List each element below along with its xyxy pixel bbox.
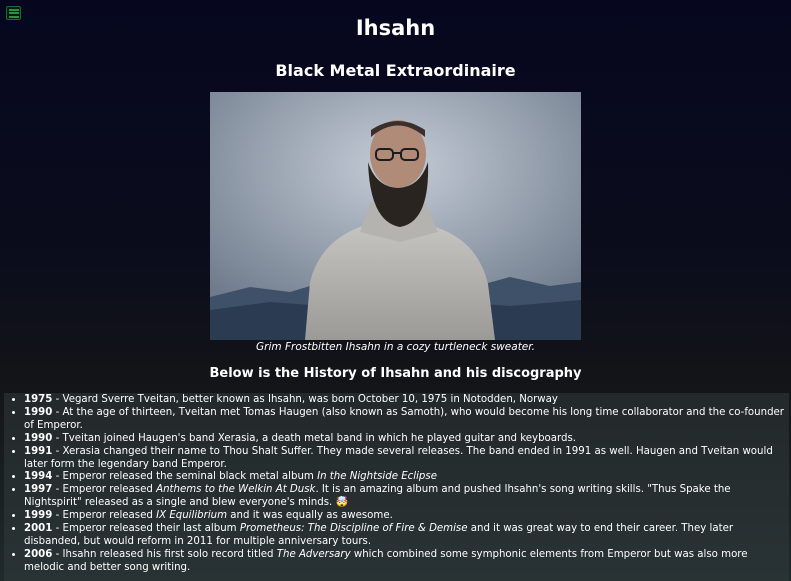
history-heading: Below is the History of Ihsahn and his d…	[209, 366, 582, 381]
album-title: In the Nightside Eclipse	[317, 471, 437, 483]
history-text: - Emperor released	[52, 510, 157, 522]
menu-bar	[8, 8, 19, 11]
history-item: 2006 - Ihsahn released his first solo re…	[24, 549, 785, 575]
history-item: 1999 - Emperor released IX Equilibrium a…	[24, 510, 785, 523]
history-text: - At the age of thirteen, Tveitan met To…	[24, 406, 784, 431]
history-year: 1999	[24, 510, 53, 522]
history-item: 1994 - Emperor released the seminal blac…	[24, 471, 785, 484]
menu-bar	[8, 12, 19, 14]
history-year: 1975	[24, 394, 53, 405]
ihsahn-photo	[210, 92, 581, 340]
history-text: - Ihsahn released his first solo record …	[52, 548, 277, 560]
history-year: 1997	[24, 484, 53, 496]
photo-illustration	[210, 92, 581, 340]
history-text: - Emperor released the seminal black met…	[52, 471, 318, 483]
history-text: - Emperor released	[52, 484, 157, 496]
history-text: - Tveitan joined Haugen's band Xerasia, …	[52, 432, 577, 444]
history-text: - Xerasia changed their name to Thou Sha…	[24, 445, 773, 470]
history-year: 1990	[24, 432, 53, 444]
album-title: The Adversary	[276, 548, 351, 560]
album-title: Prometheus: The Discipline of Fire & Dem…	[239, 523, 468, 535]
photo-caption: Grim Frostbitten Ihsahn in a cozy turtle…	[256, 341, 535, 353]
history-text: - Emperor released their last album	[52, 523, 240, 535]
album-title: IX Equilibrium	[156, 510, 228, 522]
page-subtitle: Black Metal Extraordinaire	[275, 61, 516, 80]
history-section: 1975 - Vegard Sverre Tveitan, better kno…	[4, 393, 789, 581]
page-title: Ihsahn	[355, 16, 436, 40]
history-year: 1991	[24, 445, 53, 457]
history-year: 2006	[24, 548, 53, 560]
history-text: and it was equally as awesome.	[227, 510, 393, 522]
history-year: 2001	[24, 523, 53, 535]
history-list: 1975 - Vegard Sverre Tveitan, better kno…	[4, 393, 789, 575]
history-item: 1997 - Emperor released Anthems to the W…	[24, 484, 785, 510]
history-item: 2001 - Emperor released their last album…	[24, 523, 785, 549]
history-text: - Vegard Sverre Tveitan, better known as…	[52, 394, 558, 405]
history-item: 1990 - At the age of thirteen, Tveitan m…	[24, 407, 785, 433]
history-year: 1990	[24, 406, 53, 418]
history-year: 1994	[24, 471, 53, 483]
history-item: 1975 - Vegard Sverre Tveitan, better kno…	[24, 394, 785, 407]
album-title: Anthems to the Welkin At Dusk	[156, 484, 316, 496]
history-item: 1991 - Xerasia changed their name to Tho…	[24, 446, 785, 472]
history-item: 1990 - Tveitan joined Haugen's band Xera…	[24, 433, 785, 446]
